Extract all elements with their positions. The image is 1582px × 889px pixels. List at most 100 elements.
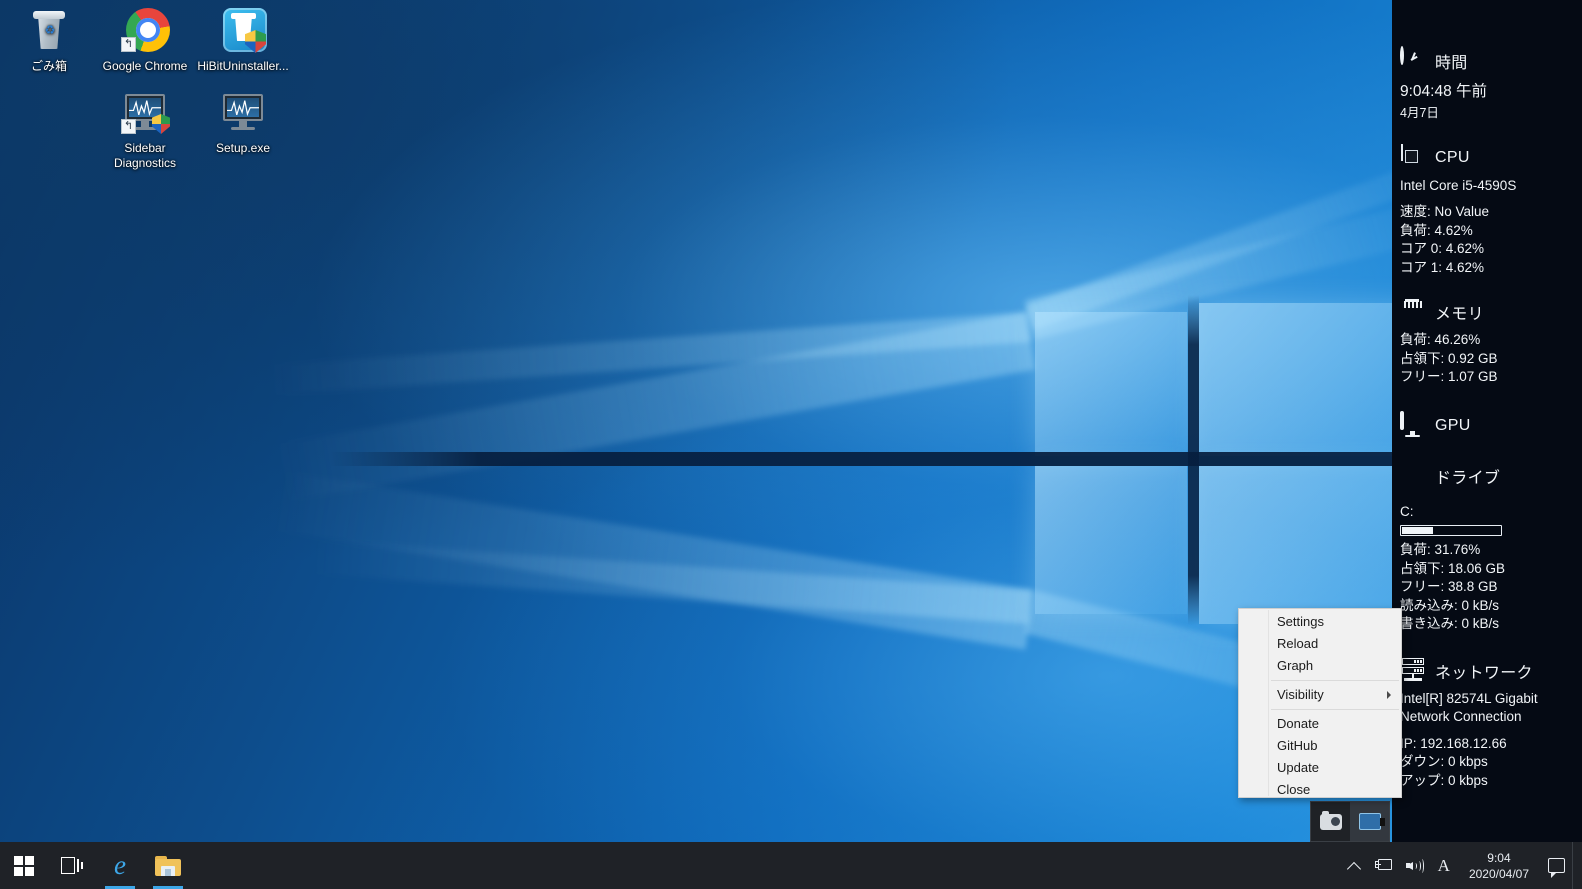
memory-used: 占領下: 0.92 GB (1400, 350, 1498, 366)
edge-icon: e (114, 850, 126, 880)
start-button[interactable] (0, 842, 48, 889)
drive-free: フリー: 38.8 GB (1400, 579, 1498, 594)
sidebar-section-title: メモリ (1435, 306, 1484, 323)
sidebar-section-memory: メモリ 負荷: 46.26% 占領下: 0.92 GB フリー: 1.07 GB (1392, 297, 1582, 387)
desktop-icon-google-chrome[interactable]: ↰ Google Chrome (96, 6, 194, 74)
network-adapter: Intel[R] 82574L Gigabit Network Connecti… (1400, 690, 1538, 725)
tray-flyout-sidebar-diagnostics[interactable] (1350, 802, 1389, 841)
sidebar-context-menu[interactable]: Settings Reload Graph Visibility Donate … (1238, 608, 1402, 798)
sidebar-section-title: GPU (1435, 416, 1471, 434)
chevron-right-icon (1387, 691, 1391, 699)
show-desktop-button[interactable] (1572, 842, 1580, 889)
file-explorer-button[interactable] (144, 842, 192, 889)
clock-date: 2020/04/07 (1468, 866, 1529, 881)
context-menu-item-update[interactable]: Update (1239, 757, 1401, 779)
ime-indicator-icon: A (1437, 856, 1450, 875)
ime-mode-button[interactable]: A (1431, 842, 1457, 889)
sidebar-section-cpu: CPU Intel Core i5-4590S 速度: No Value 負荷:… (1392, 143, 1582, 278)
sidebar-section-header: ネットワーク (1400, 656, 1574, 686)
clock-icon (1400, 46, 1426, 74)
memory-load: 負荷: 46.26% (1400, 332, 1481, 347)
system-tray: A 9:04 2020/04/07 (1342, 842, 1582, 889)
taskbar-empty-area[interactable] (192, 842, 1342, 889)
drive-letter: C: (1400, 503, 1414, 519)
sidebar-section-network: ネットワーク Intel[R] 82574L Gigabit Network C… (1392, 656, 1582, 791)
context-menu-item-github[interactable]: GitHub (1239, 735, 1401, 757)
sidebar-diagnostics-panel[interactable]: 時間 9:04:48 午前 4月7日 CPU Intel Core i5-459… (1392, 0, 1582, 842)
drive-load: 負荷: 31.76% (1400, 542, 1481, 557)
clock-button[interactable]: 9:04 2020/04/07 (1457, 842, 1541, 889)
action-center-icon (1548, 858, 1565, 878)
desktop-icon-label: Sidebar Diagnostics (113, 141, 177, 170)
network-rack-icon (1400, 657, 1426, 684)
desktop-icon-hibit-uninstaller[interactable]: HiBitUninstaller... (194, 6, 292, 74)
sidebar-diagnostics-icon: ↰ (121, 88, 170, 136)
context-menu-separator (1271, 709, 1399, 710)
date-value: 4月7日 (1400, 106, 1439, 120)
snipping-tool-icon (1319, 810, 1342, 830)
action-center-button[interactable] (1541, 842, 1572, 889)
setup-exe-icon (219, 88, 267, 136)
volume-button[interactable] (1399, 842, 1431, 889)
desktop-icon-sidebar-diagnostics[interactable]: ↰ Sidebar Diagnostics (96, 88, 194, 171)
desktop-icon-label: ごみ箱 (30, 59, 67, 73)
network-status-button[interactable] (1368, 842, 1399, 889)
desktop-icon-label: HiBitUninstaller... (197, 59, 289, 73)
sidebar-section-header: CPU (1400, 143, 1574, 173)
windows-logo-icon (14, 855, 34, 876)
sidebar-section-title: 時間 (1435, 55, 1468, 72)
network-ip: IP: 192.168.12.66 (1400, 735, 1507, 751)
context-menu-item-label: Visibility (1277, 687, 1324, 702)
tray-flyout-snipping-tool[interactable] (1311, 802, 1350, 841)
drive-read: 読み込み: 0 kB/s (1400, 597, 1500, 613)
folder-icon (155, 855, 181, 876)
cpu-core-1: コア 1: 4.62% (1400, 259, 1485, 275)
task-view-icon (61, 857, 83, 874)
context-menu-item-label: Update (1277, 760, 1319, 775)
clock-value: 9:04:48 午前 (1400, 83, 1488, 100)
sidebar-section-header: ドライブ (1400, 461, 1574, 491)
sidebar-section-drive: ドライブ C: 負荷: 31.76% 占領下: 18.06 GB フリー: 38… (1392, 461, 1582, 634)
drive-used: 占領下: 18.06 GB (1400, 560, 1506, 576)
sidebar-section-title: ネットワーク (1435, 664, 1533, 682)
drive-write: 書き込み: 0 kB/s (1400, 616, 1500, 631)
network-icon (1374, 858, 1392, 873)
context-menu-item-close[interactable]: Close (1239, 779, 1401, 801)
context-menu-item-reload[interactable]: Reload (1239, 633, 1401, 655)
context-menu-item-label: GitHub (1277, 738, 1318, 753)
desktop-icon-label: Google Chrome (102, 59, 188, 73)
recycle-bin-icon: ♻ (25, 6, 73, 54)
drive-usage-bar (1400, 525, 1502, 536)
sidebar-section-time: 時間 9:04:48 午前 4月7日 (1392, 46, 1582, 123)
hibit-uninstaller-icon (219, 6, 267, 54)
cpu-load: 負荷: 4.62% (1400, 222, 1473, 238)
context-menu-item-graph[interactable]: Graph (1239, 655, 1401, 677)
network-up: アップ: 0 kbps (1400, 772, 1488, 788)
volume-icon (1405, 858, 1424, 873)
sidebar-section-header: GPU (1400, 410, 1574, 441)
desktop-icon-recycle-bin[interactable]: ♻ ごみ箱 (0, 6, 98, 74)
cpu-model: Intel Core i5-4590S (1400, 177, 1517, 193)
network-down: ダウン: 0 kbps (1400, 754, 1488, 769)
edge-button[interactable]: e (96, 842, 144, 889)
task-view-button[interactable] (48, 842, 96, 889)
desktop-icon-setup-exe[interactable]: Setup.exe (194, 88, 292, 156)
hidden-tray-icons-flyout[interactable] (1310, 801, 1390, 842)
memory-free: フリー: 1.07 GB (1400, 369, 1498, 384)
context-menu-separator (1271, 680, 1399, 681)
context-menu-item-donate[interactable]: Donate (1239, 713, 1401, 735)
cpu-chip-icon (1400, 143, 1426, 171)
ram-stick-icon (1400, 299, 1426, 325)
sidebar-section-header: 時間 (1400, 46, 1574, 76)
context-menu-item-label: Donate (1277, 716, 1319, 731)
chevron-up-icon (1349, 860, 1360, 871)
chrome-icon: ↰ (121, 6, 170, 54)
clock-time: 9:04 (1487, 850, 1511, 865)
context-menu-item-label: Close (1277, 782, 1311, 797)
context-menu-item-label: Settings (1277, 614, 1324, 629)
context-menu-item-label: Reload (1277, 636, 1319, 651)
context-menu-item-visibility[interactable]: Visibility (1239, 684, 1401, 706)
context-menu-item-settings[interactable]: Settings (1239, 611, 1401, 633)
cpu-core-0: コア 0: 4.62% (1400, 241, 1485, 256)
show-hidden-icons-button[interactable] (1342, 842, 1368, 889)
